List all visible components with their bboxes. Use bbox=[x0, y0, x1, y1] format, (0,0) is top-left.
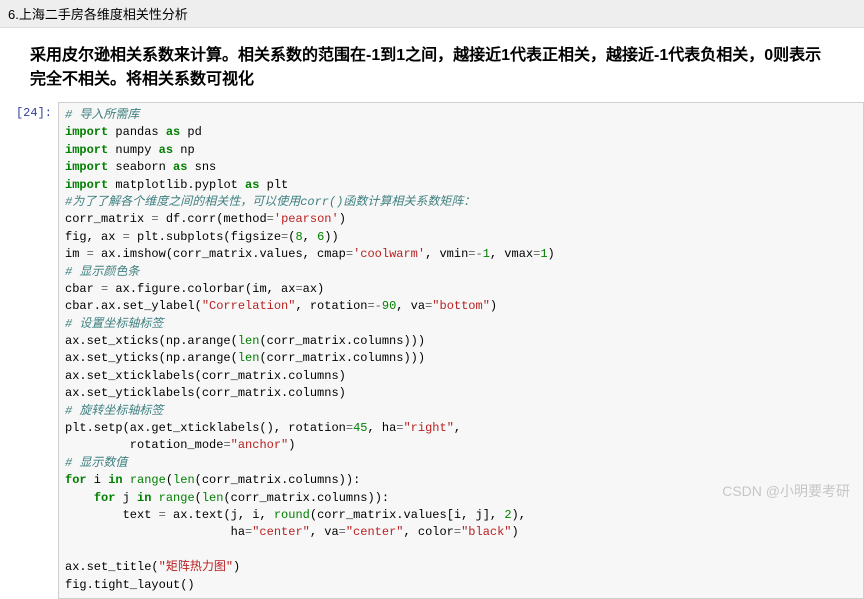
code-comment: # 旋转坐标轴标签 bbox=[65, 404, 163, 418]
code-comment: # 导入所需库 bbox=[65, 108, 139, 122]
markdown-cell: 采用皮尔逊相关系数来计算。相关系数的范围在-1到1之间，越接近1代表正相关，越接… bbox=[0, 28, 864, 102]
markdown-heading: 采用皮尔逊相关系数来计算。相关系数的范围在-1到1之间，越接近1代表正相关，越接… bbox=[30, 44, 834, 92]
code-comment: #为了了解各个维度之间的相关性，可以使用corr()函数计算相关系数矩阵： bbox=[65, 195, 475, 209]
code-cell[interactable]: # 导入所需库 import pandas as pd import numpy… bbox=[58, 102, 864, 599]
code-comment: # 显示颜色条 bbox=[65, 265, 139, 279]
code-comment: # 设置坐标轴标签 bbox=[65, 317, 163, 331]
section-header: 6.上海二手房各维度相关性分析 bbox=[0, 0, 864, 28]
code-comment: # 显示数值 bbox=[65, 456, 127, 470]
section-title: 6.上海二手房各维度相关性分析 bbox=[8, 7, 188, 22]
cell-prompt: [24]: bbox=[0, 102, 58, 120]
